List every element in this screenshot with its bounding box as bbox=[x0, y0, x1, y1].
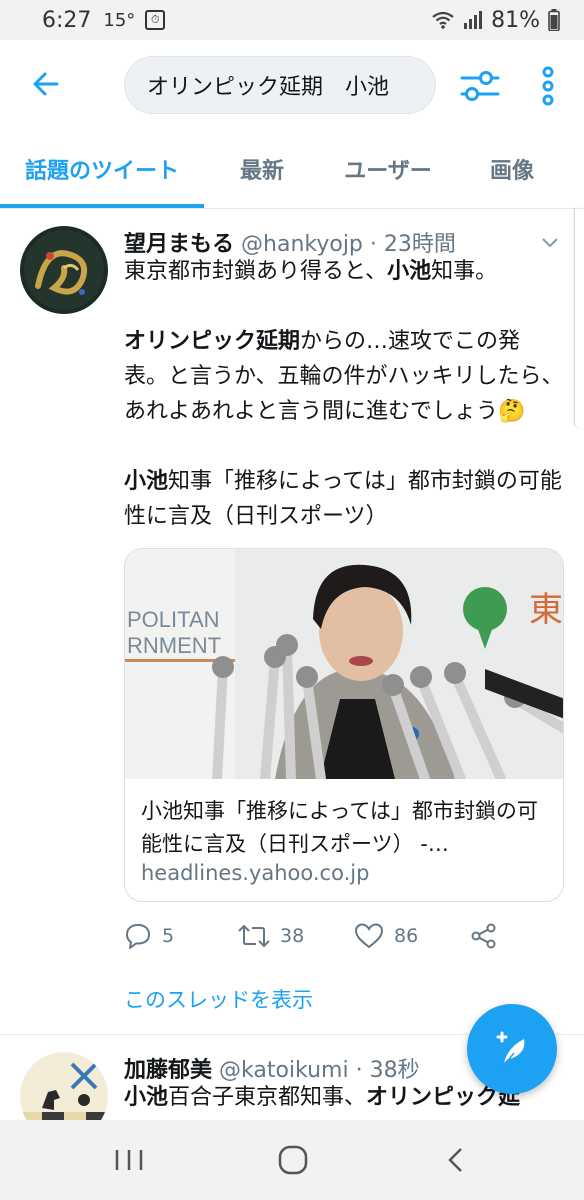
more-vert-icon[interactable] bbox=[530, 62, 566, 110]
tab-users[interactable]: ユーザー bbox=[320, 130, 456, 208]
tab-top[interactable]: 話題のツイート bbox=[0, 130, 204, 208]
clock: 6:27 bbox=[42, 7, 92, 33]
tab-images[interactable]: 画像 bbox=[456, 130, 568, 208]
image-text: 東 bbox=[529, 590, 563, 630]
link-card-title: 小池知事「推移によっては」都市封鎖の可能性に言及（日刊スポーツ） -… bbox=[141, 799, 538, 856]
compose-tweet-button[interactable] bbox=[467, 1004, 557, 1094]
tweet-text: 東京都市封鎖あり得ると、小池知事。 オリンピック延期からの…速攻でこの発表。と言… bbox=[124, 259, 564, 529]
reply-icon bbox=[126, 924, 150, 949]
share-button[interactable] bbox=[470, 922, 498, 950]
image-text: RNMENT bbox=[127, 633, 221, 658]
like-button[interactable]: 86 bbox=[354, 922, 418, 950]
image-text: POLITAN bbox=[127, 607, 220, 632]
compose-feather-icon bbox=[496, 1031, 525, 1066]
back-button[interactable] bbox=[24, 62, 68, 106]
show-thread-link[interactable]: このスレッドを表示 bbox=[124, 984, 313, 1014]
link-card-image: POLITAN RNMENT 東 bbox=[125, 549, 563, 779]
tab-latest[interactable]: 最新 bbox=[204, 130, 320, 208]
battery-icon bbox=[548, 9, 560, 31]
link-card[interactable]: POLITAN RNMENT 東 小池知事「推移によっては」都市封鎖の可能性に言… bbox=[124, 548, 564, 902]
temperature: 15° bbox=[103, 9, 136, 31]
top-bar: オリンピック延期 小池 bbox=[0, 40, 584, 130]
retweet-icon bbox=[238, 924, 270, 948]
home-icon[interactable] bbox=[277, 1144, 309, 1176]
chevron-down-icon[interactable] bbox=[538, 230, 562, 254]
back-nav-icon[interactable] bbox=[444, 1146, 468, 1174]
alarm-icon: ⏱ bbox=[145, 10, 166, 30]
like-count: 86 bbox=[394, 925, 419, 947]
search-input[interactable]: オリンピック延期 小池 bbox=[124, 56, 436, 114]
reply-button[interactable]: 5 bbox=[124, 922, 174, 950]
system-nav-bar bbox=[0, 1120, 584, 1200]
reply-count: 5 bbox=[162, 925, 175, 947]
tweet-actions: 5 38 86 bbox=[124, 922, 564, 956]
retweet-button[interactable]: 38 bbox=[238, 922, 304, 950]
status-bar: 6:27 15° ⏱ 81% bbox=[0, 0, 584, 40]
wifi-icon bbox=[432, 11, 454, 29]
recent-apps-icon[interactable] bbox=[112, 1146, 146, 1174]
heart-icon bbox=[354, 923, 384, 949]
retweet-count: 38 bbox=[280, 925, 305, 947]
back-arrow-icon bbox=[33, 72, 59, 96]
thinking-emoji: 🤔 bbox=[498, 399, 526, 424]
battery-percent: 81% bbox=[491, 7, 540, 33]
filter-icon[interactable] bbox=[456, 62, 504, 110]
share-icon bbox=[471, 923, 496, 949]
scrollbar[interactable] bbox=[574, 208, 584, 428]
signal-icon bbox=[464, 11, 483, 29]
avatar[interactable] bbox=[20, 226, 108, 314]
search-tabs: 話題のツイート 最新 ユーザー 画像 bbox=[0, 130, 584, 209]
link-card-domain: headlines.yahoo.co.jp bbox=[141, 861, 370, 885]
